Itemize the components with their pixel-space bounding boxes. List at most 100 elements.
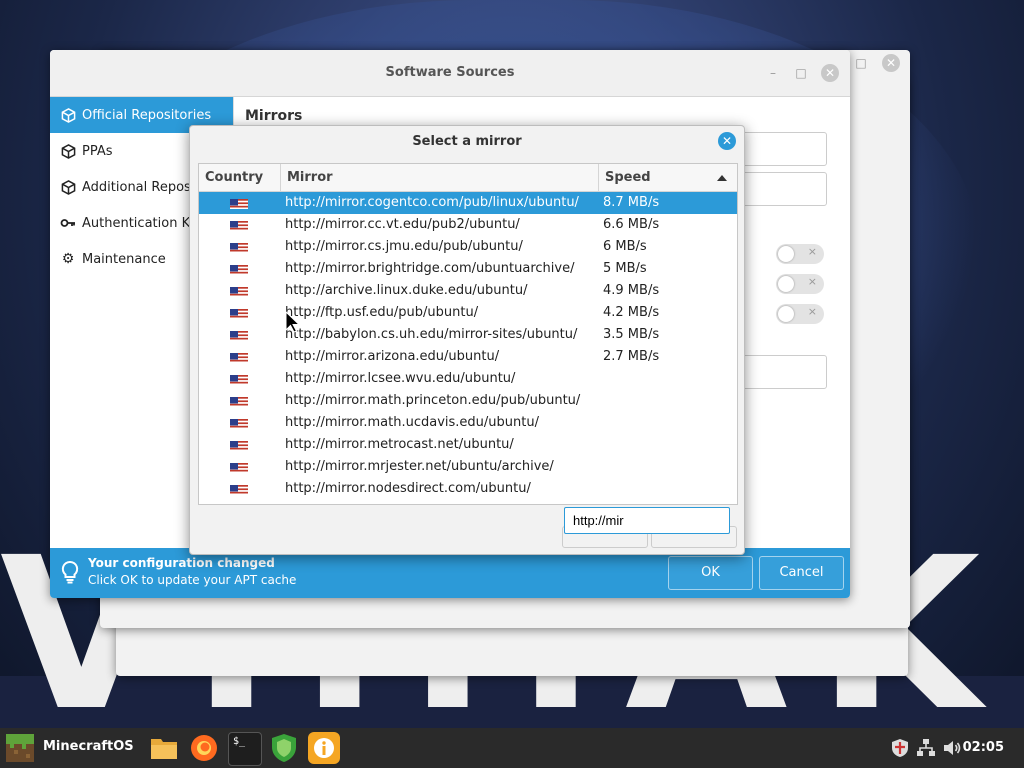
us-flag-icon bbox=[230, 351, 248, 363]
mirror-url: http://mirror.cogentco.com/pub/linux/ubu… bbox=[285, 195, 579, 210]
us-flag-icon bbox=[230, 483, 248, 495]
mirror-speed: 3.5 MB/s bbox=[603, 327, 660, 342]
window-title: Software Sources bbox=[385, 65, 515, 80]
maximize-icon[interactable]: □ bbox=[852, 54, 870, 72]
mirror-speed: 2.7 MB/s bbox=[603, 349, 660, 364]
menu-button[interactable] bbox=[4, 732, 36, 764]
column-header-mirror[interactable]: Mirror bbox=[281, 164, 599, 191]
volume-icon[interactable] bbox=[942, 738, 962, 758]
mirror-url: http://mirror.brightridge.com/ubuntuarch… bbox=[285, 261, 575, 276]
sidebar-item-label: PPAs bbox=[82, 143, 113, 159]
clock[interactable]: 02:05 bbox=[963, 740, 1004, 755]
info-bar: Your configuration changed Click OK to u… bbox=[50, 548, 850, 598]
mirror-speed: 8.7 MB/s bbox=[603, 195, 660, 210]
select-mirror-dialog: Select a mirror ✕ Country Mirror Speed h… bbox=[189, 125, 745, 555]
us-flag-icon bbox=[230, 219, 248, 231]
table-row[interactable]: http://mirror.math.ucdavis.edu/ubuntu/ bbox=[199, 412, 737, 434]
sidebar-item-label: Maintenance bbox=[82, 251, 166, 267]
us-flag-icon bbox=[230, 373, 248, 385]
page-title: Mirrors bbox=[245, 108, 303, 124]
table-row[interactable]: http://mirror.math.princeton.edu/pub/ubu… bbox=[199, 390, 737, 412]
mirror-url: http://mirror.math.princeton.edu/pub/ubu… bbox=[285, 393, 581, 408]
table-row[interactable]: http://mirror.brightridge.com/ubuntuarch… bbox=[199, 258, 737, 280]
info-title: Your configuration changed bbox=[88, 556, 275, 570]
mirror-url: http://mirror.nodesdirect.com/ubuntu/ bbox=[285, 481, 531, 496]
key-icon bbox=[60, 215, 76, 231]
close-icon[interactable]: ✕ bbox=[821, 64, 839, 82]
toggle-switch[interactable] bbox=[776, 274, 824, 294]
search-input[interactable] bbox=[564, 507, 730, 534]
table-row[interactable]: http://mirror.lcsee.wvu.edu/ubuntu/ bbox=[199, 368, 737, 390]
us-flag-icon bbox=[230, 307, 248, 319]
sidebar-item-label: Official Repositories bbox=[82, 107, 212, 123]
mirror-table: Country Mirror Speed http://mirror.cogen… bbox=[198, 163, 738, 505]
mirror-speed: 6.6 MB/s bbox=[603, 217, 660, 232]
us-flag-icon bbox=[230, 263, 248, 275]
us-flag-icon bbox=[230, 417, 248, 429]
mirror-url: http://mirror.arizona.edu/ubuntu/ bbox=[285, 349, 500, 364]
mirror-url: http://mirror.metrocast.net/ubuntu/ bbox=[285, 437, 514, 452]
us-flag-icon bbox=[230, 329, 248, 341]
column-header-speed-label: Speed bbox=[605, 170, 651, 185]
mirror-url: http://mirror.math.ucdavis.edu/ubuntu/ bbox=[285, 415, 539, 430]
package-icon bbox=[60, 179, 76, 195]
us-flag-icon bbox=[230, 461, 248, 473]
mirror-url: http://mirror.mrjester.net/ubuntu/archiv… bbox=[285, 459, 554, 474]
mirror-url: http://babylon.cs.uh.edu/mirror-sites/ub… bbox=[285, 327, 578, 342]
package-icon bbox=[60, 107, 76, 123]
mirror-url: http://mirror.lcsee.wvu.edu/ubuntu/ bbox=[285, 371, 516, 386]
mirror-url: http://archive.linux.duke.edu/ubuntu/ bbox=[285, 283, 528, 298]
mirror-url: http://mirror.cc.vt.edu/pub2/ubuntu/ bbox=[285, 217, 520, 232]
us-flag-icon bbox=[230, 439, 248, 451]
terminal-icon[interactable]: $_ bbox=[228, 732, 262, 766]
us-flag-icon bbox=[230, 395, 248, 407]
table-row[interactable]: http://mirror.cs.jmu.edu/pub/ubuntu/6 MB… bbox=[199, 236, 737, 258]
taskbar: MinecraftOS $_ 02:05 bbox=[0, 728, 1024, 768]
table-row[interactable]: http://babylon.cs.uh.edu/mirror-sites/ub… bbox=[199, 324, 737, 346]
close-icon[interactable]: ✕ bbox=[882, 54, 900, 72]
mirror-speed: 4.2 MB/s bbox=[603, 305, 660, 320]
toggle-switch[interactable] bbox=[776, 304, 824, 324]
gear-icon: ⚙ bbox=[61, 251, 75, 267]
firefox-icon[interactable] bbox=[188, 732, 220, 764]
mirror-speed: 6 MB/s bbox=[603, 239, 647, 254]
us-flag-icon bbox=[230, 197, 248, 209]
mouse-cursor bbox=[285, 311, 301, 333]
cancel-button[interactable]: Cancel bbox=[759, 556, 844, 590]
column-header-speed[interactable]: Speed bbox=[599, 164, 737, 191]
sort-ascending-icon bbox=[717, 175, 727, 181]
toggle-switch[interactable] bbox=[776, 244, 824, 264]
info-subtitle: Click OK to update your APT cache bbox=[88, 573, 297, 587]
dialog-title: Select a mirror bbox=[412, 134, 522, 149]
menu-label[interactable]: MinecraftOS bbox=[43, 739, 134, 754]
table-row[interactable]: http://mirror.cogentco.com/pub/linux/ubu… bbox=[199, 192, 737, 214]
ok-button[interactable]: OK bbox=[668, 556, 753, 590]
file-manager-icon[interactable] bbox=[148, 732, 180, 764]
package-icon bbox=[60, 143, 76, 159]
lightbulb-icon bbox=[60, 560, 80, 584]
column-header-country[interactable]: Country bbox=[199, 164, 281, 191]
network-icon[interactable] bbox=[916, 738, 936, 758]
mirror-url: http://ftp.usf.edu/pub/ubuntu/ bbox=[285, 305, 479, 320]
mirror-url: http://mirror.cs.jmu.edu/pub/ubuntu/ bbox=[285, 239, 523, 254]
close-icon[interactable]: ✕ bbox=[718, 132, 736, 150]
minimize-icon[interactable]: – bbox=[764, 64, 782, 82]
table-row[interactable]: http://mirror.mrjester.net/ubuntu/archiv… bbox=[199, 456, 737, 478]
info-icon[interactable] bbox=[308, 732, 340, 764]
table-row[interactable]: http://mirror.cc.vt.edu/pub2/ubuntu/6.6 … bbox=[199, 214, 737, 236]
shield-icon[interactable] bbox=[268, 732, 300, 764]
mirror-speed: 5 MB/s bbox=[603, 261, 647, 276]
table-header: Country Mirror Speed bbox=[199, 164, 737, 192]
table-row[interactable]: http://mirror.metrocast.net/ubuntu/ bbox=[199, 434, 737, 456]
table-row[interactable]: http://archive.linux.duke.edu/ubuntu/4.9… bbox=[199, 280, 737, 302]
maximize-icon[interactable]: □ bbox=[792, 64, 810, 82]
table-row[interactable]: http://mirror.arizona.edu/ubuntu/2.7 MB/… bbox=[199, 346, 737, 368]
us-flag-icon bbox=[230, 285, 248, 297]
shield-tray-icon[interactable] bbox=[890, 738, 910, 758]
table-row[interactable]: http://ftp.usf.edu/pub/ubuntu/4.2 MB/s bbox=[199, 302, 737, 324]
table-row[interactable]: http://mirror.nodesdirect.com/ubuntu/ bbox=[199, 478, 737, 500]
minecraft-grass-icon bbox=[6, 734, 34, 762]
titlebar: Software Sources – □ ✕ bbox=[50, 50, 850, 97]
us-flag-icon bbox=[230, 241, 248, 253]
mirror-speed: 4.9 MB/s bbox=[603, 283, 660, 298]
